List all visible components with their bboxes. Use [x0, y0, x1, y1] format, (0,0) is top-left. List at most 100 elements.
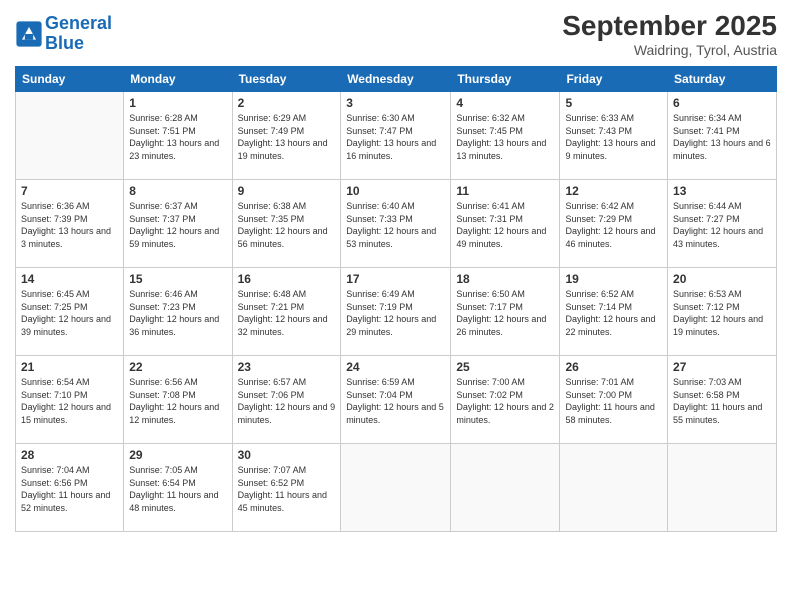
calendar-cell: 28Sunrise: 7:04 AMSunset: 6:56 PMDayligh…	[16, 444, 124, 532]
day-info: Sunrise: 6:59 AMSunset: 7:04 PMDaylight:…	[346, 376, 445, 426]
day-info: Sunrise: 6:56 AMSunset: 7:08 PMDaylight:…	[129, 376, 226, 426]
calendar-cell: 13 Sunrise: 6:44 AMSunset: 7:27 PMDayligh…	[668, 180, 777, 268]
calendar-cell: 11 Sunrise: 6:41 AMSunset: 7:31 PMDayligh…	[451, 180, 560, 268]
day-info: Sunrise: 6:57 AMSunset: 7:06 PMDaylight:…	[238, 376, 336, 426]
calendar-cell: 19 Sunrise: 6:52 AMSunset: 7:14 PMDayligh…	[560, 268, 668, 356]
calendar-cell: 10Sunrise: 6:40 AMSunset: 7:33 PMDayligh…	[341, 180, 451, 268]
day-number: 13	[673, 184, 771, 198]
col-sunday: Sunday	[16, 67, 124, 92]
day-info: Sunrise: 6:36 AMSunset: 7:39 PMDaylight:…	[21, 200, 118, 250]
calendar-header-row: Sunday Monday Tuesday Wednesday Thursday…	[16, 67, 777, 92]
calendar-week-row: 28Sunrise: 7:04 AMSunset: 6:56 PMDayligh…	[16, 444, 777, 532]
day-number: 30	[238, 448, 336, 462]
day-number: 19	[565, 272, 662, 286]
calendar-week-row: 7 Sunrise: 6:36 AMSunset: 7:39 PMDaylight…	[16, 180, 777, 268]
day-info: Sunrise: 6:50 AMSunset: 7:17 PMDaylight:…	[456, 288, 554, 338]
calendar-cell: 12 Sunrise: 6:42 AMSunset: 7:29 PMDayligh…	[560, 180, 668, 268]
calendar-cell: 8Sunrise: 6:37 AMSunset: 7:37 PMDaylight…	[124, 180, 232, 268]
logo: General Blue	[15, 14, 112, 54]
logo-text: General Blue	[45, 14, 112, 54]
calendar-cell: 16 Sunrise: 6:48 AMSunset: 7:21 PMDayligh…	[232, 268, 341, 356]
calendar-cell: 4 Sunrise: 6:32 AMSunset: 7:45 PMDaylight…	[451, 92, 560, 180]
day-number: 9	[238, 184, 336, 198]
day-info: Sunrise: 6:29 AMSunset: 7:49 PMDaylight:…	[238, 112, 336, 162]
day-number: 16	[238, 272, 336, 286]
col-tuesday: Tuesday	[232, 67, 341, 92]
day-info: Sunrise: 6:33 AMSunset: 7:43 PMDaylight:…	[565, 112, 662, 162]
calendar-cell: 2 Sunrise: 6:29 AMSunset: 7:49 PMDaylight…	[232, 92, 341, 180]
calendar-cell: 15 Sunrise: 6:46 AMSunset: 7:23 PMDayligh…	[124, 268, 232, 356]
calendar-cell: 17 Sunrise: 6:49 AMSunset: 7:19 PMDayligh…	[341, 268, 451, 356]
calendar-week-row: 14Sunrise: 6:45 AMSunset: 7:25 PMDayligh…	[16, 268, 777, 356]
calendar-cell	[451, 444, 560, 532]
day-info: Sunrise: 6:42 AMSunset: 7:29 PMDaylight:…	[565, 200, 662, 250]
day-info: Sunrise: 6:44 AMSunset: 7:27 PMDaylight:…	[673, 200, 771, 250]
day-info: Sunrise: 6:28 AMSunset: 7:51 PMDaylight:…	[129, 112, 226, 162]
calendar-cell: 25 Sunrise: 7:00 AMSunset: 7:02 PMDayligh…	[451, 356, 560, 444]
col-friday: Friday	[560, 67, 668, 92]
day-info: Sunrise: 6:49 AMSunset: 7:19 PMDaylight:…	[346, 288, 445, 338]
day-number: 18	[456, 272, 554, 286]
calendar: Sunday Monday Tuesday Wednesday Thursday…	[15, 66, 777, 532]
calendar-cell: 9 Sunrise: 6:38 AMSunset: 7:35 PMDaylight…	[232, 180, 341, 268]
logo-line1: General	[45, 13, 112, 33]
col-saturday: Saturday	[668, 67, 777, 92]
title-block: September 2025 Waidring, Tyrol, Austria	[562, 10, 777, 58]
month-title: September 2025	[562, 10, 777, 42]
calendar-cell	[668, 444, 777, 532]
calendar-cell: 14Sunrise: 6:45 AMSunset: 7:25 PMDayligh…	[16, 268, 124, 356]
calendar-cell: 27 Sunrise: 7:03 AMSunset: 6:58 PMDayligh…	[668, 356, 777, 444]
day-number: 4	[456, 96, 554, 110]
day-number: 15	[129, 272, 226, 286]
calendar-cell: 3Sunrise: 6:30 AMSunset: 7:47 PMDaylight…	[341, 92, 451, 180]
day-info: Sunrise: 6:41 AMSunset: 7:31 PMDaylight:…	[456, 200, 554, 250]
calendar-cell: 1 Sunrise: 6:28 AMSunset: 7:51 PMDaylight…	[124, 92, 232, 180]
day-number: 7	[21, 184, 118, 198]
page-header: General Blue September 2025 Waidring, Ty…	[15, 10, 777, 58]
day-info: Sunrise: 6:46 AMSunset: 7:23 PMDaylight:…	[129, 288, 226, 338]
day-number: 17	[346, 272, 445, 286]
day-number: 25	[456, 360, 554, 374]
day-number: 5	[565, 96, 662, 110]
day-info: Sunrise: 7:00 AMSunset: 7:02 PMDaylight:…	[456, 376, 554, 426]
day-info: Sunrise: 7:05 AMSunset: 6:54 PMDaylight:…	[129, 464, 226, 514]
day-info: Sunrise: 6:40 AMSunset: 7:33 PMDaylight:…	[346, 200, 445, 250]
calendar-cell: 29 Sunrise: 7:05 AMSunset: 6:54 PMDayligh…	[124, 444, 232, 532]
day-number: 21	[21, 360, 118, 374]
calendar-cell	[341, 444, 451, 532]
calendar-cell: 5 Sunrise: 6:33 AMSunset: 7:43 PMDaylight…	[560, 92, 668, 180]
day-number: 27	[673, 360, 771, 374]
day-number: 1	[129, 96, 226, 110]
day-number: 3	[346, 96, 445, 110]
calendar-week-row: 21Sunrise: 6:54 AMSunset: 7:10 PMDayligh…	[16, 356, 777, 444]
day-info: Sunrise: 6:32 AMSunset: 7:45 PMDaylight:…	[456, 112, 554, 162]
calendar-cell: 26Sunrise: 7:01 AMSunset: 7:00 PMDayligh…	[560, 356, 668, 444]
day-number: 6	[673, 96, 771, 110]
day-number: 2	[238, 96, 336, 110]
day-info: Sunrise: 6:48 AMSunset: 7:21 PMDaylight:…	[238, 288, 336, 338]
day-number: 22	[129, 360, 226, 374]
calendar-cell: 23 Sunrise: 6:57 AMSunset: 7:06 PMDayligh…	[232, 356, 341, 444]
col-thursday: Thursday	[451, 67, 560, 92]
day-number: 11	[456, 184, 554, 198]
day-number: 29	[129, 448, 226, 462]
day-info: Sunrise: 7:03 AMSunset: 6:58 PMDaylight:…	[673, 376, 771, 426]
day-number: 28	[21, 448, 118, 462]
day-info: Sunrise: 6:53 AMSunset: 7:12 PMDaylight:…	[673, 288, 771, 338]
calendar-cell: 22 Sunrise: 6:56 AMSunset: 7:08 PMDayligh…	[124, 356, 232, 444]
day-number: 12	[565, 184, 662, 198]
calendar-cell: 7 Sunrise: 6:36 AMSunset: 7:39 PMDaylight…	[16, 180, 124, 268]
calendar-cell: 24 Sunrise: 6:59 AMSunset: 7:04 PMDayligh…	[341, 356, 451, 444]
calendar-cell: 21Sunrise: 6:54 AMSunset: 7:10 PMDayligh…	[16, 356, 124, 444]
logo-line2: Blue	[45, 33, 84, 53]
day-info: Sunrise: 6:52 AMSunset: 7:14 PMDaylight:…	[565, 288, 662, 338]
day-info: Sunrise: 6:38 AMSunset: 7:35 PMDaylight:…	[238, 200, 336, 250]
logo-icon	[15, 20, 43, 48]
day-info: Sunrise: 6:37 AMSunset: 7:37 PMDaylight:…	[129, 200, 226, 250]
day-number: 24	[346, 360, 445, 374]
calendar-cell: 18 Sunrise: 6:50 AMSunset: 7:17 PMDayligh…	[451, 268, 560, 356]
day-number: 23	[238, 360, 336, 374]
col-monday: Monday	[124, 67, 232, 92]
day-info: Sunrise: 7:07 AMSunset: 6:52 PMDaylight:…	[238, 464, 336, 514]
day-info: Sunrise: 6:34 AMSunset: 7:41 PMDaylight:…	[673, 112, 771, 162]
